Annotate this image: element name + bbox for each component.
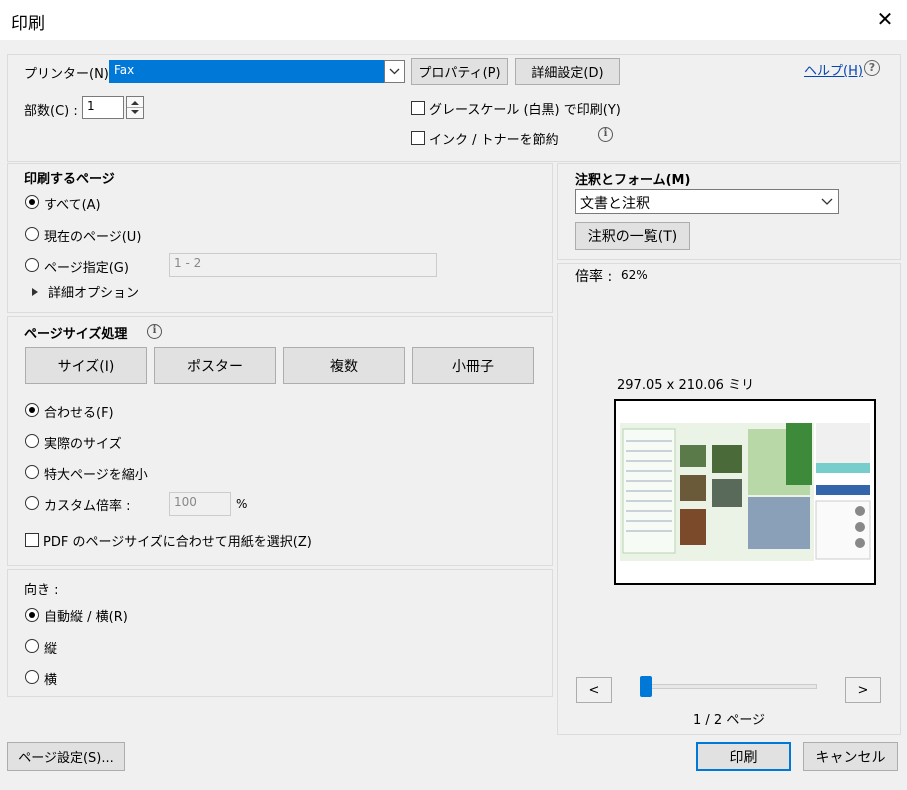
shrink-label: 特大ページを縮小 <box>44 468 148 483</box>
percent-label: % <box>236 497 248 511</box>
page-slider-thumb[interactable] <box>640 676 652 697</box>
fit-radio[interactable] <box>25 403 39 417</box>
custom-scale-radio[interactable] <box>25 496 39 510</box>
actual-size-label: 実際のサイズ <box>44 437 122 452</box>
copies-input[interactable]: 1 <box>82 96 124 119</box>
pages-current-label: 現在のページ(U) <box>44 230 142 245</box>
orientation-landscape-label: 横 <box>44 673 58 688</box>
printer-select[interactable]: Fax <box>109 60 405 83</box>
booklet-button[interactable]: 小冊子 <box>412 347 534 384</box>
fit-label: 合わせる(F) <box>44 406 114 421</box>
annotations-select[interactable]: 文書と注釈 <box>575 189 839 214</box>
printer-dropdown-box[interactable] <box>384 60 405 83</box>
properties-button[interactable]: プロパティ(P) <box>411 58 508 85</box>
page-setup-button[interactable]: ページ設定(S)... <box>7 742 125 771</box>
custom-scale-value: 100 <box>174 495 197 509</box>
save-ink-checkbox[interactable] <box>411 131 425 145</box>
pages-all-label: すべて(A) <box>44 198 101 213</box>
next-page-button[interactable]: > <box>845 677 881 703</box>
copies-label: 部数(C) : <box>24 104 78 119</box>
orientation-landscape-radio[interactable] <box>25 670 39 684</box>
scale-label: 倍率 : <box>575 269 613 285</box>
size-button[interactable]: サイズ(I) <box>25 347 147 384</box>
dialog-title: 印刷 <box>11 14 45 34</box>
annotations-select-value: 文書と注釈 <box>580 196 650 212</box>
pages-all-radio[interactable] <box>25 195 39 209</box>
advanced-button[interactable]: 詳細設定(D) <box>515 58 620 85</box>
orientation-portrait-radio[interactable] <box>25 639 39 653</box>
orientation-heading: 向き : <box>24 583 59 598</box>
chevron-down-icon <box>389 68 400 75</box>
annotations-chevron-down-icon[interactable] <box>818 191 836 215</box>
pdf-paper-checkbox[interactable] <box>25 533 39 547</box>
custom-scale-input[interactable]: 100 <box>169 492 231 516</box>
page-indicator: 1 / 2 ページ <box>693 713 766 728</box>
printer-select-value: Fax <box>114 63 135 77</box>
pages-range-radio[interactable] <box>25 258 39 272</box>
help-link[interactable]: ヘルプ(H) <box>804 60 863 79</box>
poster-button[interactable]: ポスター <box>154 347 276 384</box>
paper-dimensions: 297.05 x 210.06 ミリ <box>617 378 755 393</box>
pages-heading: 印刷するページ <box>24 172 115 187</box>
pages-range-value: 1 - 2 <box>174 256 202 270</box>
pages-range-input[interactable]: 1 - 2 <box>169 253 437 277</box>
pages-range-label: ページ指定(G) <box>44 261 129 276</box>
annotations-heading: 注釈とフォーム(M) <box>575 173 691 188</box>
custom-scale-label: カスタム倍率 : <box>44 499 131 514</box>
expand-triangle-icon[interactable] <box>31 286 39 301</box>
cancel-button[interactable]: キャンセル <box>803 742 898 771</box>
more-options-label[interactable]: 詳細オプション <box>48 282 139 301</box>
preview-page <box>614 399 876 585</box>
shrink-radio[interactable] <box>25 465 39 479</box>
close-icon[interactable]: ✕ <box>872 6 898 32</box>
print-button[interactable]: 印刷 <box>696 742 791 771</box>
scale-value: 62% <box>621 268 648 282</box>
prev-page-button[interactable]: < <box>576 677 612 703</box>
orientation-portrait-label: 縦 <box>44 642 58 657</box>
page-thumbnail-image <box>620 423 871 561</box>
printer-label: プリンター(N) : <box>24 67 118 82</box>
title-bar <box>0 0 907 40</box>
page-slider-track[interactable] <box>640 684 817 689</box>
multiple-button[interactable]: 複数 <box>283 347 405 384</box>
actual-size-radio[interactable] <box>25 434 39 448</box>
orientation-auto-radio[interactable] <box>25 608 39 622</box>
annotation-summary-button[interactable]: 注釈の一覧(T) <box>575 222 690 250</box>
copies-stepper[interactable] <box>126 96 144 119</box>
pages-current-radio[interactable] <box>25 227 39 241</box>
sizing-heading: ページサイズ処理 <box>24 327 128 342</box>
pdf-paper-label: PDF のページサイズに合わせて用紙を選択(Z) <box>43 535 312 550</box>
stepper-arrows-icon <box>127 101 143 114</box>
help-icon[interactable]: ? <box>864 60 880 76</box>
grayscale-label: グレースケール (白黒) で印刷(Y) <box>429 103 621 118</box>
orientation-panel <box>7 569 553 697</box>
grayscale-checkbox[interactable] <box>411 101 425 115</box>
save-ink-label: インク / トナーを節約 <box>429 133 559 148</box>
info-icon[interactable]: i <box>598 127 613 142</box>
sizing-info-icon[interactable]: i <box>147 324 162 339</box>
copies-value: 1 <box>87 99 95 113</box>
orientation-auto-label: 自動縦 / 横(R) <box>44 610 128 625</box>
